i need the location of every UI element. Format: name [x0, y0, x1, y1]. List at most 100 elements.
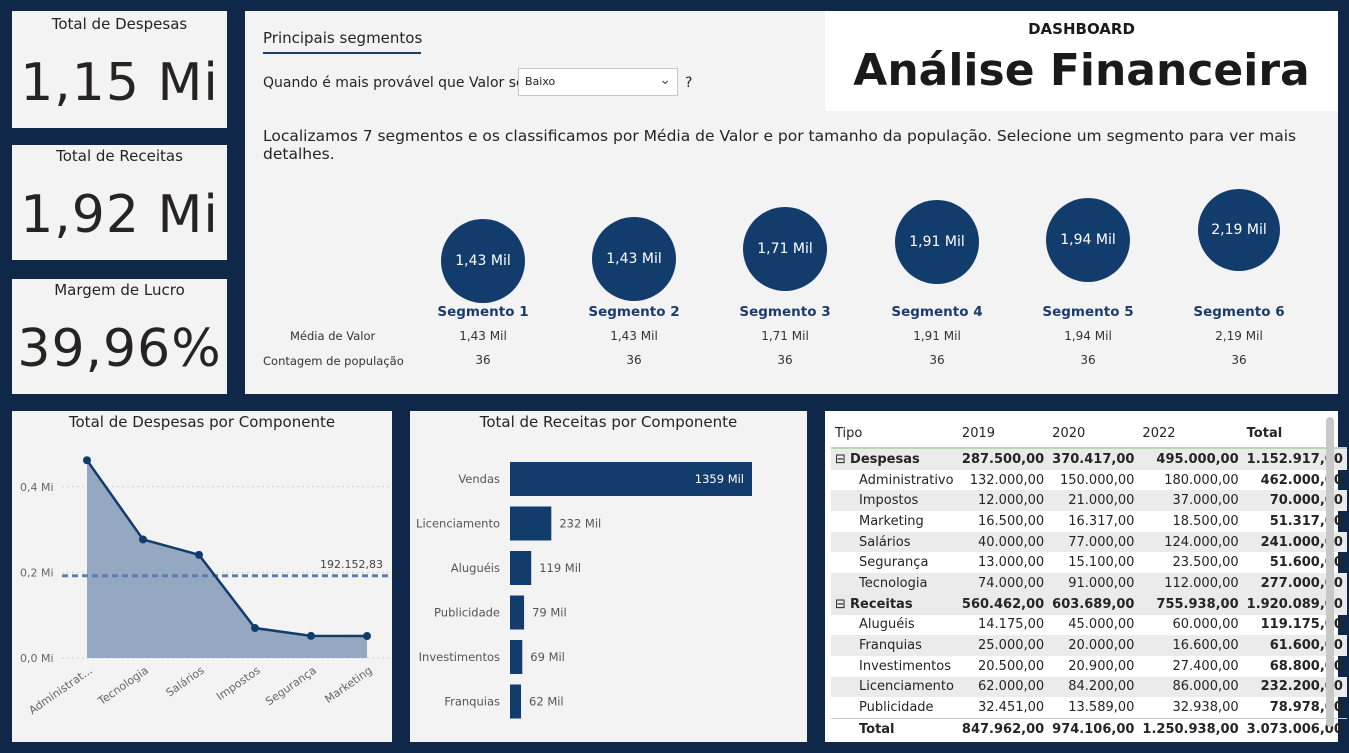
segment-name[interactable]: Segmento 6	[1179, 304, 1299, 320]
despesas-chart-card: Total de Despesas por Componente 0,0 Mi 0…	[12, 411, 392, 742]
group-value: 370.417,00	[1048, 448, 1139, 470]
table-row[interactable]: Administrativo 132.000,00 150.000,00 180.00…	[831, 470, 1347, 491]
table-row[interactable]: Aluguéis 14.175,00 45.000,00 60.000,00 119.1…	[831, 615, 1347, 636]
segments-summary: Localizamos 7 segmentos e os classificam…	[263, 127, 1297, 163]
data-label: 69 Mil	[530, 650, 565, 664]
category-label: Aluguéis	[451, 561, 500, 575]
group-name: Despesas	[850, 451, 920, 467]
x-tick-label: Segurança	[263, 664, 319, 708]
segment-media: 2,19 Mil	[1215, 329, 1263, 343]
cell-value: 13.000,00	[978, 555, 1045, 571]
kpi-value: 1,15 Mi	[20, 53, 219, 113]
cell-value: 86.000,00	[1138, 676, 1243, 698]
question-label: Quando é mais provável que Valor seja	[263, 75, 538, 91]
group-value: 560.462,00	[957, 593, 1049, 615]
cell-value: 18.500,00	[1172, 513, 1239, 529]
row-label: Publicidade	[859, 700, 934, 716]
cell-value: 77.000,00	[1048, 531, 1139, 553]
group-label[interactable]: ⊟ Despesas	[831, 448, 958, 470]
cell-value: 20.500,00	[978, 658, 1045, 674]
cell-value: 180.000,00	[1164, 472, 1239, 488]
cell-value: 16.600,00	[1138, 635, 1243, 656]
cell-value: 84.200,00	[1048, 676, 1139, 698]
column-header[interactable]: 2019	[957, 419, 1049, 449]
table-row[interactable]: Impostos 12.000,00 21.000,00 37.000,00 70.00…	[831, 490, 1347, 512]
table-row[interactable]: Franquias 25.000,00 20.000,00 16.600,00 61.6…	[831, 635, 1347, 656]
cell-value: 16.317,00	[1068, 513, 1135, 529]
heading-underline	[263, 52, 421, 54]
segment-contagem: 36	[1231, 353, 1247, 367]
row-label: Segurança	[859, 555, 929, 571]
cell-value: 132.000,00	[969, 472, 1045, 488]
matrix-table: Tipo 2019 2020 2022 Total ⊟ Despesas 287.500,0…	[831, 419, 1347, 740]
group-label[interactable]: ⊟ Receitas	[831, 593, 958, 615]
data-point	[195, 550, 203, 559]
row-label-media: Média de Valor	[290, 329, 376, 343]
cell-value: 13.589,00	[1068, 700, 1135, 716]
value-select[interactable]: Baixo ⌄	[518, 68, 678, 96]
group-name: Receitas	[850, 596, 913, 612]
column-header[interactable]: Tipo	[831, 419, 958, 449]
row-label: Administrativo	[859, 472, 954, 488]
segments-heading[interactable]: Principais segmentos	[263, 29, 422, 47]
table-row[interactable]: Segurança 13.000,00 15.100,00 23.500,00 51.6…	[831, 552, 1347, 573]
kpi-title: Total de Receitas	[56, 147, 183, 165]
segment-contagem: 36	[475, 353, 491, 367]
segment-media: 1,43 Mil	[610, 329, 658, 343]
receitas-bar-chart[interactable]: Vendas 1359 Mil Licenciamento 232 Mil Alugué…	[410, 411, 807, 742]
table-row[interactable]: Licenciamento 62.000,00 84.200,00 86.000,00…	[831, 676, 1347, 698]
x-tick-label: Tecnologia	[95, 664, 151, 708]
collapse-icon[interactable]: ⊟	[835, 452, 850, 467]
collapse-icon[interactable]: ⊟	[835, 597, 850, 612]
group-row[interactable]: ⊟ Despesas 287.500,00 370.417,00 495.000,00…	[831, 448, 1347, 470]
table-row[interactable]: Salários 40.000,00 77.000,00 124.000,00 241.…	[831, 531, 1347, 553]
segment-name[interactable]: Segmento 4	[877, 304, 997, 320]
total-row: Total 847.962,00 974.106,00 1.250.938,00 3.0…	[831, 717, 1347, 740]
group-row[interactable]: ⊟ Receitas 560.462,00 603.689,00 755.938,00…	[831, 593, 1347, 615]
segment-name[interactable]: Segmento 5	[1028, 304, 1148, 320]
cell-value: 60.000,00	[1172, 617, 1239, 633]
row-label: Aluguéis	[859, 617, 915, 633]
group-value: 755.938,00	[1138, 593, 1243, 615]
segment-bubble[interactable]: 2,19 Mil	[1198, 189, 1280, 271]
group-value: 495.000,00	[1138, 448, 1243, 470]
row-label: Tecnologia	[831, 573, 958, 594]
cell-value: 21.000,00	[1048, 490, 1139, 512]
data-label: 79 Mil	[532, 606, 567, 620]
cell-value: 112.000,00	[1138, 573, 1243, 594]
cell-value: 91.000,00	[1048, 573, 1139, 594]
column-header[interactable]: 2022	[1138, 419, 1243, 449]
table-row[interactable]: Tecnologia 74.000,00 91.000,00 112.000,00 27…	[831, 573, 1347, 594]
row-label: Salários	[831, 531, 958, 553]
despesas-area-chart[interactable]: 0,0 Mi 0,2 Mi 0,4 Mi 192.152,83 Administrat.…	[12, 411, 392, 742]
bar	[510, 684, 522, 719]
total-value: 974.106,00	[1048, 717, 1139, 740]
segment-bubble[interactable]: 1,43 Mil	[441, 219, 525, 303]
chevron-down-icon: ⌄	[659, 72, 671, 88]
data-label: 232 Mil	[559, 517, 601, 531]
table-row[interactable]: Investimentos 20.500,00 20.900,00 27.400,00…	[831, 656, 1347, 677]
segment-name[interactable]: Segmento 1	[423, 304, 543, 320]
help-question-mark[interactable]: ?	[685, 75, 692, 91]
bar	[510, 595, 525, 630]
vertical-scrollbar[interactable]	[1326, 417, 1334, 727]
x-tick-label: Administrat...	[26, 664, 94, 717]
segment-name[interactable]: Segmento 3	[725, 304, 845, 320]
segment-bubble[interactable]: 1,94 Mil	[1046, 198, 1130, 282]
kpi-value: 1,92 Mi	[20, 185, 219, 245]
cell-value: 14.175,00	[978, 617, 1045, 633]
kpi-card-receitas: Total de Receitas 1,92 Mi	[12, 145, 227, 260]
segment-contagem: 36	[929, 353, 945, 367]
table-row[interactable]: Publicidade 32.451,00 13.589,00 32.938,00 78…	[831, 697, 1347, 718]
segment-bubble[interactable]: 1,71 Mil	[743, 207, 827, 291]
cell-value: 32.938,00	[1172, 700, 1239, 716]
table-row[interactable]: Marketing 16.500,00 16.317,00 18.500,00 51.3…	[831, 511, 1347, 532]
column-header[interactable]: 2020	[1048, 419, 1139, 449]
category-label: Investimentos	[419, 650, 500, 664]
segment-bubble[interactable]: 1,43 Mil	[592, 217, 676, 301]
data-point	[251, 624, 259, 633]
segment-bubble[interactable]: 1,91 Mil	[895, 200, 979, 284]
segment-name[interactable]: Segmento 2	[574, 304, 694, 320]
data-label: 119 Mil	[539, 561, 581, 575]
kpi-value: 39,96%	[17, 319, 222, 379]
